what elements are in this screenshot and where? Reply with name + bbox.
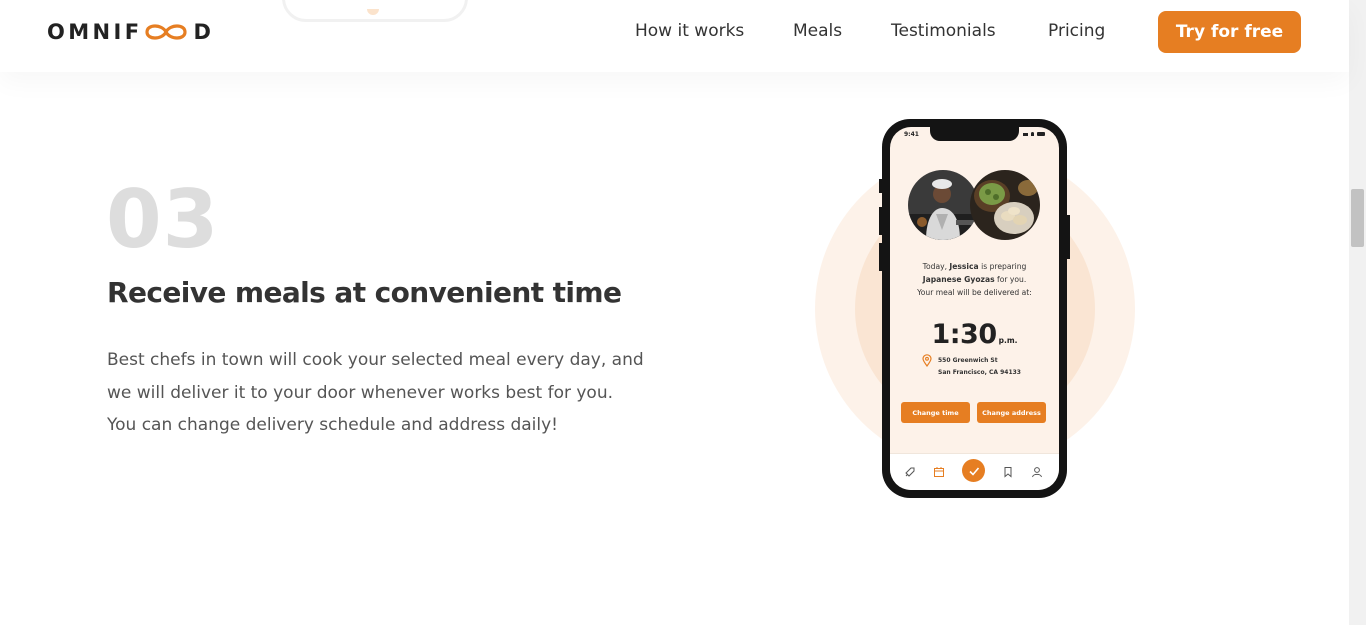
user-icon[interactable] xyxy=(1027,462,1047,482)
step-number: 03 xyxy=(106,173,220,266)
logo-infinity-icon xyxy=(145,24,188,40)
check-icon[interactable] xyxy=(962,459,985,482)
nav-link-pricing[interactable]: Pricing xyxy=(1048,21,1105,41)
app-phone-mockup: 9:41 Today, Jessica is preparing Japanes… xyxy=(879,119,1070,498)
delivery-time: 1:30 p.m. xyxy=(931,319,1018,350)
prep-line-1: Today, Jessica is preparing xyxy=(922,262,1027,271)
change-time-button[interactable]: Change time xyxy=(901,402,970,423)
phone-notch xyxy=(930,127,1019,141)
rocket-icon[interactable] xyxy=(900,462,920,482)
calendar-icon[interactable] xyxy=(929,462,949,482)
nav-link-how-it-works[interactable]: How it works xyxy=(635,21,744,41)
logo-text-left: OMNIF xyxy=(47,20,143,44)
status-icons xyxy=(1023,132,1045,136)
prep-line-2: Japanese Gyozas for you. xyxy=(922,275,1027,284)
gyoza-dish-photo xyxy=(970,170,1040,240)
nav-link-testimonials[interactable]: Testimonials xyxy=(891,21,996,41)
chef-photo xyxy=(908,170,978,240)
prep-line-3: Your meal will be delivered at: xyxy=(917,288,1032,297)
previous-phone-bottom xyxy=(282,0,468,22)
logo-text-right: D xyxy=(193,20,215,44)
location-pin-icon xyxy=(922,354,932,367)
omnifood-logo[interactable]: OMNIF D xyxy=(47,20,214,44)
phone-tab-bar xyxy=(890,453,1059,490)
phone-screen: 9:41 Today, Jessica is preparing Japanes… xyxy=(890,127,1059,490)
step-title: Receive meals at convenient time xyxy=(107,276,622,309)
page-scrollbar-thumb[interactable] xyxy=(1351,189,1364,247)
nav-link-meals[interactable]: Meals xyxy=(793,21,842,41)
step-description: Best chefs in town will cook your select… xyxy=(107,350,644,435)
status-time: 9:41 xyxy=(904,131,919,138)
address-line-1: 550 Greenwich St xyxy=(938,357,998,364)
change-address-button[interactable]: Change address xyxy=(977,402,1046,423)
bookmark-icon[interactable] xyxy=(998,462,1018,482)
site-header: OMNIF D How it works Meals Testimonials … xyxy=(0,0,1349,72)
try-for-free-button[interactable]: Try for free xyxy=(1158,11,1301,53)
address-line-2: San Francisco, CA 94133 xyxy=(938,369,1021,376)
page-scrollbar-track[interactable] xyxy=(1349,0,1366,625)
